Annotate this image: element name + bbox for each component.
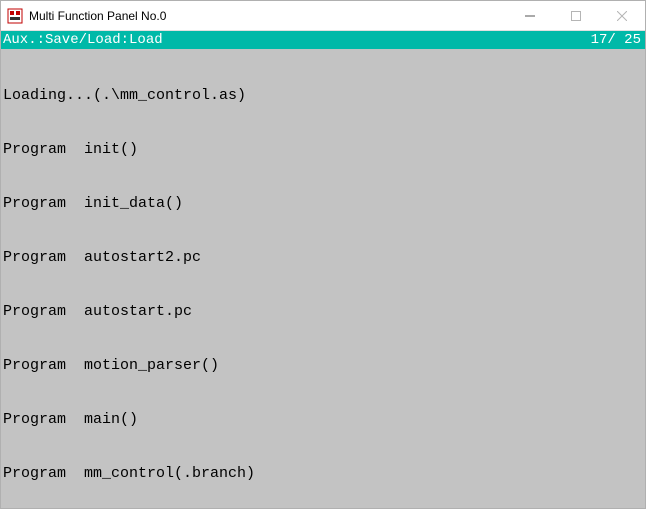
terminal-line: Program autostart.pc <box>3 303 643 321</box>
window-title: Multi Function Panel No.0 <box>29 9 507 23</box>
titlebar[interactable]: Multi Function Panel No.0 <box>1 1 645 31</box>
terminal-output[interactable]: Loading...(.\mm_control.as) Program init… <box>1 49 645 508</box>
terminal-line: Loading...(.\mm_control.as) <box>3 87 643 105</box>
close-button[interactable] <box>599 1 645 30</box>
status-position: 17/ 25 <box>591 31 641 49</box>
terminal-line: Program init() <box>3 141 643 159</box>
terminal-line: Program autostart2.pc <box>3 249 643 267</box>
maximize-button[interactable] <box>553 1 599 30</box>
terminal-line: Program mm_control(.branch) <box>3 465 643 483</box>
app-icon <box>7 8 23 24</box>
minimize-button[interactable] <box>507 1 553 30</box>
terminal-line: Program init_data() <box>3 195 643 213</box>
window-controls <box>507 1 645 30</box>
window-frame: Multi Function Panel No.0 Aux.:Save/Load… <box>0 0 646 509</box>
status-bar: Aux.:Save/Load:Load 17/ 25 <box>1 31 645 49</box>
terminal-line: Program motion_parser() <box>3 357 643 375</box>
status-mode: Aux.:Save/Load:Load <box>3 31 591 49</box>
terminal-line: Program main() <box>3 411 643 429</box>
